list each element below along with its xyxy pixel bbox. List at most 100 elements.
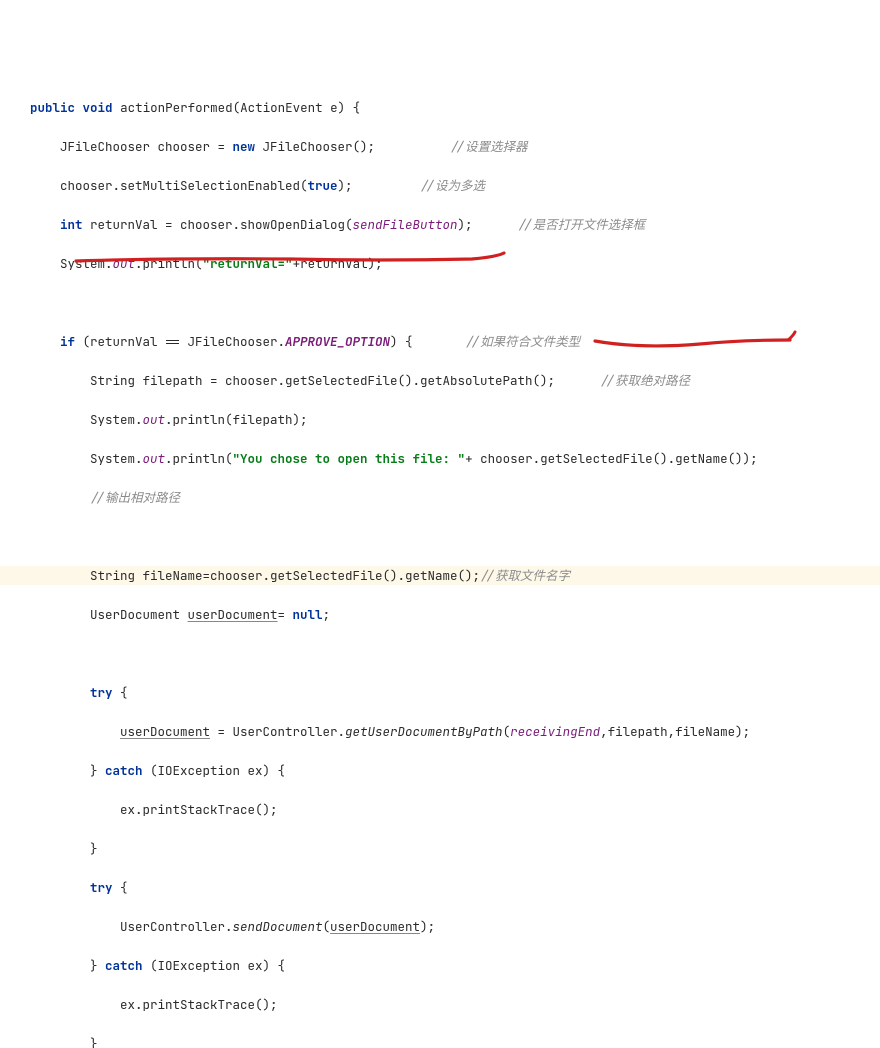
code-line: try { xyxy=(30,683,880,703)
text: System. xyxy=(30,411,143,428)
text: ); xyxy=(420,918,435,935)
code-line: int returnVal = chooser.showOpenDialog(s… xyxy=(30,215,880,235)
field: receivingEnd xyxy=(510,723,600,740)
text xyxy=(30,528,38,545)
text: } xyxy=(30,1035,98,1048)
text: +returnVal); xyxy=(293,255,383,272)
code-line: UserDocument userDocument= null; xyxy=(30,605,880,625)
text: ,filepath,fileName); xyxy=(600,723,750,740)
static-method: sendDocument xyxy=(233,918,323,935)
comment: //如果符合文件类型 xyxy=(465,333,580,350)
comment: //获取绝对路径 xyxy=(600,372,690,389)
code-line: if (returnVal == JFileChooser.APPROVE_OP… xyxy=(30,332,880,352)
code-line: ex.printStackTrace(); xyxy=(30,800,880,820)
keyword: void xyxy=(83,99,113,116)
text: (IOException ex) { xyxy=(143,957,286,974)
variable: userDocument xyxy=(120,723,210,740)
keyword: public xyxy=(30,99,75,116)
text: } xyxy=(30,762,105,779)
text: + chooser.getSelectedFile().getName()); xyxy=(465,450,758,467)
text: = xyxy=(278,606,293,623)
method-name: actionPerformed xyxy=(120,99,233,116)
text: UserController. xyxy=(30,918,233,935)
field: out xyxy=(143,450,166,467)
text: = UserController. xyxy=(210,723,345,740)
string: "returnVal=" xyxy=(203,255,293,272)
constant: APPROVE_OPTION xyxy=(285,333,390,350)
code-line: System.out.println("You chose to open th… xyxy=(30,449,880,469)
text: { xyxy=(113,879,128,896)
text: String filepath = chooser.getSelectedFil… xyxy=(30,372,600,389)
code-line: userDocument = UserController.getUserDoc… xyxy=(30,722,880,742)
text xyxy=(30,294,38,311)
comment: //是否打开文件选择框 xyxy=(518,216,646,233)
static-method: getUserDocumentByPath xyxy=(345,723,503,740)
code-editor: public void actionPerformed(ActionEvent … xyxy=(0,78,880,1048)
field: out xyxy=(143,411,166,428)
code-line-highlighted: String fileName=chooser.getSelectedFile(… xyxy=(0,566,880,586)
text: } xyxy=(30,957,105,974)
keyword: null xyxy=(293,606,323,623)
text: ); xyxy=(338,177,421,194)
code-line xyxy=(30,644,880,664)
string: "You chose to open this file: " xyxy=(233,450,466,467)
text: ) { xyxy=(390,333,465,350)
code-line: ex.printStackTrace(); xyxy=(30,995,880,1015)
text: .println( xyxy=(135,255,203,272)
keyword: if xyxy=(30,333,75,350)
code-line: UserController.sendDocument(userDocument… xyxy=(30,917,880,937)
text: UserDocument xyxy=(30,606,188,623)
text: ex.printStackTrace(); xyxy=(30,996,278,1013)
text: ( xyxy=(323,918,331,935)
keyword: new xyxy=(233,138,256,155)
code-line xyxy=(30,293,880,313)
text: System. xyxy=(30,255,113,272)
text: .println(filepath); xyxy=(165,411,308,428)
text: System. xyxy=(30,450,143,467)
code-line: System.out.println(filepath); xyxy=(30,410,880,430)
text: (returnVal == JFileChooser. xyxy=(75,333,285,350)
code-line: } xyxy=(30,1034,880,1048)
code-line: JFileChooser chooser = new JFileChooser(… xyxy=(30,137,880,157)
text: JFileChooser(); xyxy=(255,138,450,155)
comment: //设为多选 xyxy=(420,177,485,194)
text xyxy=(30,645,38,662)
text: { xyxy=(113,684,128,701)
text: (IOException ex) { xyxy=(143,762,286,779)
code-line xyxy=(30,527,880,547)
text: ( xyxy=(503,723,511,740)
text: (ActionEvent e) { xyxy=(233,99,361,116)
text: ; xyxy=(323,606,331,623)
code-line: try { xyxy=(30,878,880,898)
text: .println( xyxy=(165,450,233,467)
text: returnVal = chooser.showOpenDialog( xyxy=(83,216,353,233)
keyword: try xyxy=(30,879,113,896)
keyword: int xyxy=(30,216,83,233)
variable: userDocument xyxy=(330,918,420,935)
comment: //获取文件名字 xyxy=(480,567,570,584)
text: ex.printStackTrace(); xyxy=(30,801,278,818)
keyword: true xyxy=(308,177,338,194)
field: sendFileButton xyxy=(353,216,458,233)
code-line: } xyxy=(30,839,880,859)
code-line: String filepath = chooser.getSelectedFil… xyxy=(30,371,880,391)
keyword: try xyxy=(30,684,113,701)
text: } xyxy=(30,840,98,857)
text: String fileName=chooser.getSelectedFile(… xyxy=(30,567,480,584)
text xyxy=(30,723,120,740)
code-line: System.out.println("returnVal="+returnVa… xyxy=(30,254,880,274)
comment: //输出相对路径 xyxy=(30,489,180,506)
code-line: } catch (IOException ex) { xyxy=(30,956,880,976)
code-line: chooser.setMultiSelectionEnabled(true); … xyxy=(30,176,880,196)
text: JFileChooser chooser = xyxy=(30,138,233,155)
text: ); xyxy=(458,216,518,233)
variable: userDocument xyxy=(188,606,278,623)
text: chooser.setMultiSelectionEnabled( xyxy=(30,177,308,194)
keyword: catch xyxy=(105,762,143,779)
keyword: catch xyxy=(105,957,143,974)
code-line: } catch (IOException ex) { xyxy=(30,761,880,781)
field: out xyxy=(113,255,136,272)
comment: //设置选择器 xyxy=(450,138,528,155)
code-line: public void actionPerformed(ActionEvent … xyxy=(30,98,880,118)
code-line: //输出相对路径 xyxy=(30,488,880,508)
